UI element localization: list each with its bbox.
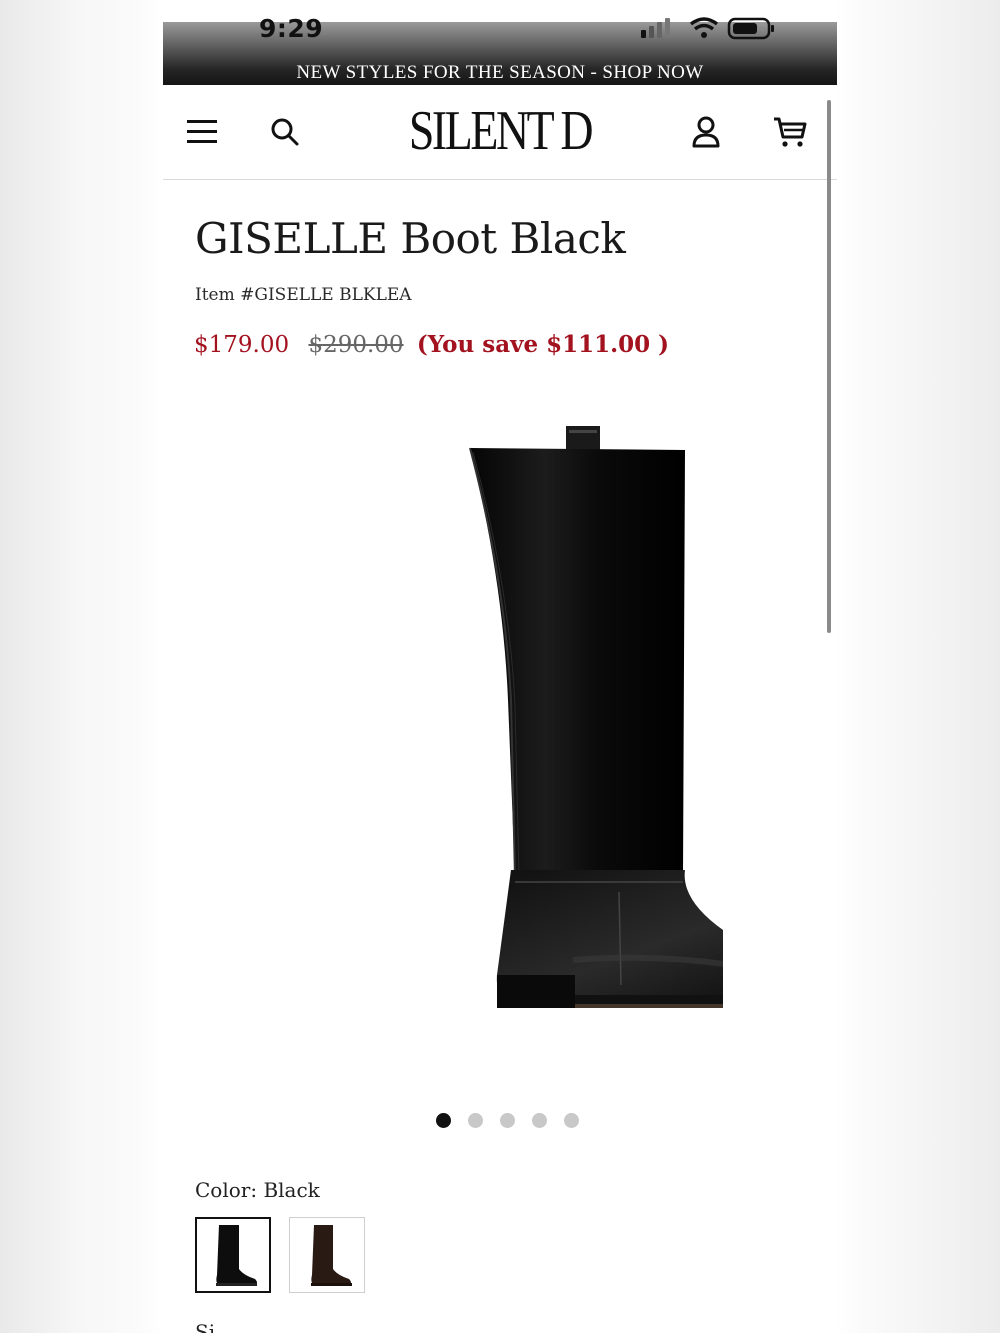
account-icon — [692, 116, 720, 148]
menu-icon — [187, 120, 217, 143]
promo-text[interactable]: NEW STYLES FOR THE SEASON - SHOP NOW — [163, 62, 837, 84]
carousel-dot[interactable] — [564, 1113, 579, 1128]
site-header: SILENT D — [163, 85, 837, 180]
carousel-dot[interactable] — [532, 1113, 547, 1128]
black-boot-thumbnail — [216, 1225, 257, 1286]
status-time: 9:29 — [259, 14, 324, 43]
color-swatch-brown[interactable] — [289, 1217, 365, 1293]
status-icons — [641, 16, 781, 42]
product-title: GISELLE Boot Black — [195, 214, 626, 263]
color-swatch-black[interactable] — [195, 1217, 271, 1293]
signal-wifi-battery-icon — [641, 17, 774, 40]
account-button[interactable] — [686, 112, 726, 152]
cart-icon — [774, 117, 807, 147]
scrollbar[interactable] — [827, 100, 831, 633]
savings-text: (You save $111.00 ) — [416, 331, 670, 358]
sale-price: $179.00 — [194, 332, 290, 358]
product-image[interactable] — [283, 400, 837, 1050]
boot-image — [469, 426, 837, 1008]
product-sku: Item #GISELLE BLKLEA — [195, 285, 412, 305]
cart-button[interactable] — [770, 112, 810, 152]
carousel-dot[interactable] — [436, 1113, 451, 1128]
original-price: $290.00 — [308, 332, 404, 358]
carousel-dot[interactable] — [468, 1113, 483, 1128]
brown-boot-thumbnail — [311, 1225, 352, 1286]
price-row: $179.00 $290.00 (You save $111.00 ) — [194, 331, 669, 358]
size-label: Si — [195, 1320, 216, 1333]
menu-button[interactable] — [182, 112, 222, 152]
phone-screen: NEW STYLES FOR THE SEASON - SHOP NOW 9:2… — [163, 0, 837, 1333]
color-label: Color: Black — [195, 1178, 320, 1202]
carousel-dot[interactable] — [500, 1113, 515, 1128]
image-carousel-dots — [436, 1113, 579, 1128]
